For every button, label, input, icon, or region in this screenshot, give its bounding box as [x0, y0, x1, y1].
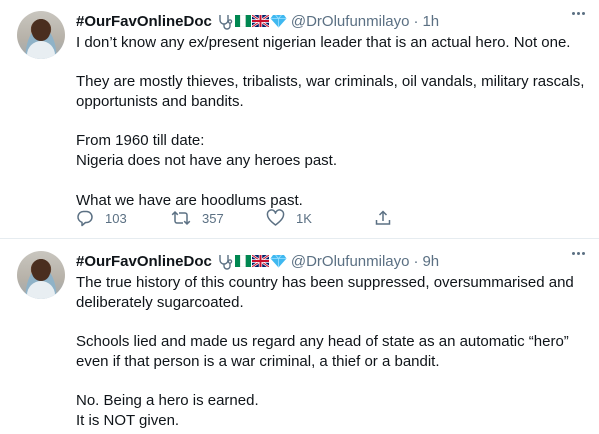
author-name[interactable]: #OurFavOnlineDoc — [76, 253, 212, 270]
nigeria-flag-icon — [234, 255, 251, 267]
avatar[interactable] — [17, 11, 65, 59]
author-handle[interactable]: @DrOlufunmilayo — [291, 13, 410, 30]
tweet-line: What we have are hoodlums past. — [76, 191, 303, 209]
tweet-line — [76, 372, 586, 392]
tweet-line: even if that person is a war criminal, a… — [76, 352, 440, 370]
tweet-timestamp[interactable]: 1h — [422, 13, 439, 30]
avatar-coat — [27, 281, 55, 299]
tweet-line — [76, 53, 586, 73]
tweet-line: From 1960 till date: — [76, 132, 205, 150]
like-button[interactable]: 1K — [266, 209, 374, 227]
tweet-line: Nigeria does not have any heroes past. — [76, 152, 337, 170]
tweet[interactable]: #OurFavOnlineDoc @DrOlufunmilayo · 9h Th… — [0, 240, 599, 434]
retweet-icon — [171, 209, 191, 227]
uk-flag-icon — [251, 15, 269, 27]
gem-icon — [270, 254, 287, 268]
retweet-count: 357 — [202, 210, 224, 226]
name-badges — [217, 13, 287, 30]
stethoscope-icon — [217, 13, 234, 30]
tweet-text: The true history of this country has bee… — [76, 273, 586, 431]
tweet-text: I don’t know any ex/present nigerian lea… — [76, 33, 586, 210]
tweet-header: #OurFavOnlineDoc @DrOlufunmilayo · 1h — [76, 11, 439, 31]
avatar-coat — [27, 41, 55, 59]
avatar-face — [32, 259, 50, 281]
stethoscope-icon — [217, 253, 234, 270]
tweet-line — [76, 312, 586, 332]
author-handle[interactable]: @DrOlufunmilayo — [291, 253, 410, 270]
nigeria-flag-icon — [234, 15, 251, 27]
separator-dot: · — [413, 12, 419, 30]
tweet-line: deliberately sugarcoated. — [76, 293, 244, 311]
author-name[interactable]: #OurFavOnlineDoc — [76, 13, 212, 30]
uk-flag-icon — [251, 255, 269, 267]
tweet-line: No. Being a hero is earned. — [76, 392, 259, 410]
reply-count: 103 — [105, 210, 127, 226]
tweet-line: The true history of this country has bee… — [76, 274, 574, 291]
more-options-icon[interactable] — [572, 12, 585, 15]
like-count: 1K — [296, 210, 312, 226]
reply-button[interactable]: 103 — [76, 209, 171, 227]
tweet-line — [76, 112, 586, 132]
separator-dot: · — [413, 252, 419, 270]
gem-icon — [270, 14, 287, 28]
share-icon — [374, 209, 392, 227]
tweet-line: It is NOT given. — [76, 411, 180, 429]
retweet-button[interactable]: 357 — [171, 209, 266, 227]
tweet-header: #OurFavOnlineDoc @DrOlufunmilayo · 9h — [76, 251, 439, 271]
tweet-actions: 103 357 1K — [76, 209, 392, 227]
tweet[interactable]: #OurFavOnlineDoc @DrOlufunmilayo · 1h I … — [0, 0, 599, 239]
more-options-icon[interactable] — [572, 252, 585, 255]
tweet-line: Schools lied and made us regard any head… — [76, 333, 569, 351]
tweet-line: They are mostly thieves, tribalists, war… — [76, 73, 585, 91]
tweet-line — [76, 171, 586, 191]
avatar[interactable] — [17, 251, 65, 299]
reply-icon — [76, 209, 94, 227]
tweet-line: opportunists and bandits. — [76, 93, 244, 111]
tweet-timestamp[interactable]: 9h — [422, 253, 439, 270]
avatar-face — [32, 19, 50, 41]
heart-icon — [266, 209, 285, 227]
tweet-line: I don’t know any ex/present nigerian lea… — [76, 34, 571, 51]
share-button[interactable] — [374, 209, 392, 227]
name-badges — [217, 253, 287, 270]
